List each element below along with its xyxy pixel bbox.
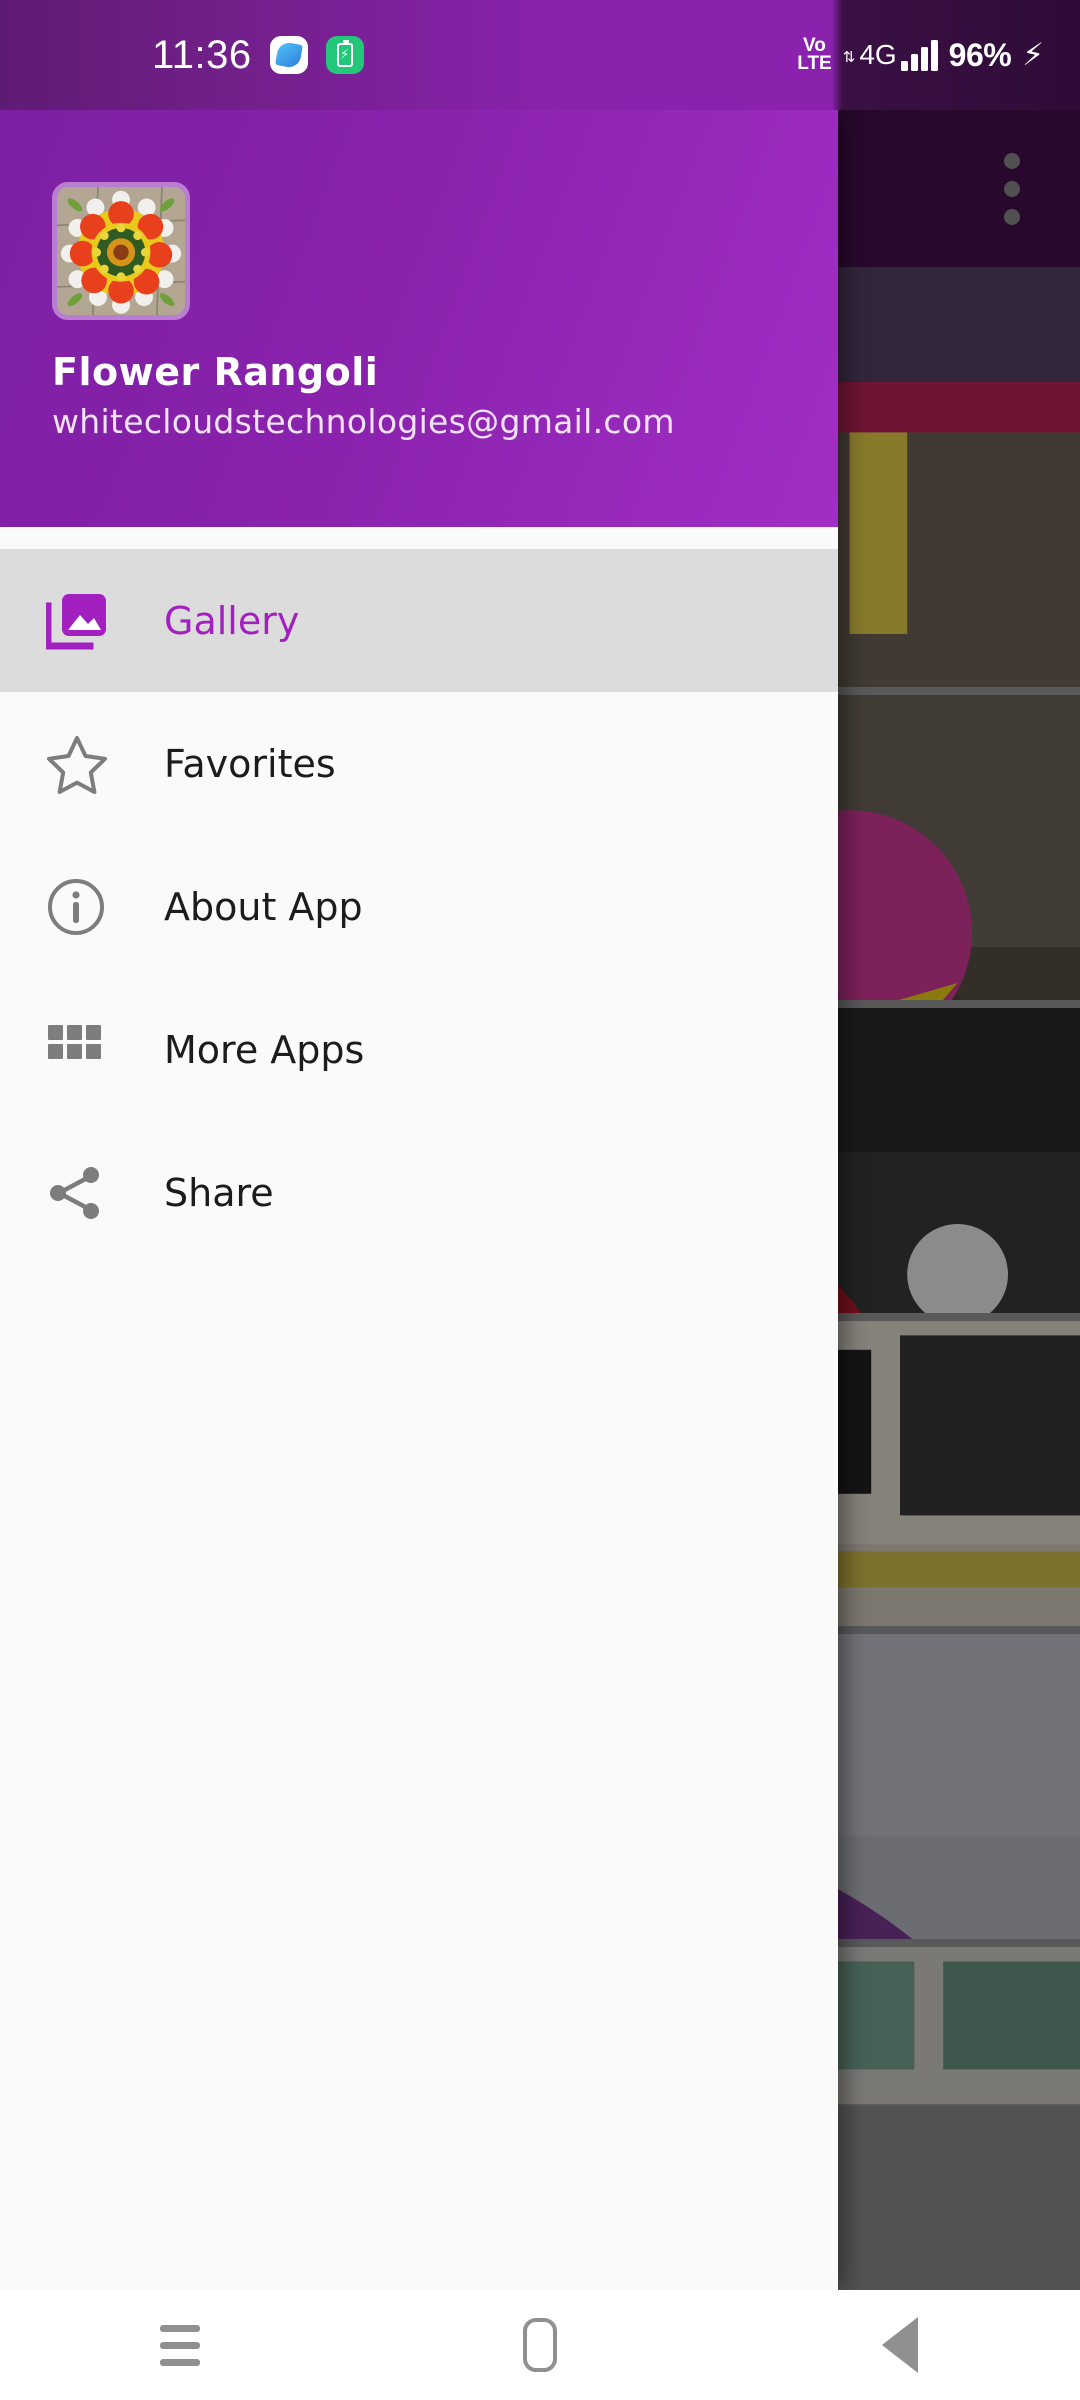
drawer-divider	[0, 527, 838, 549]
sidebar-item-share[interactable]: Share	[0, 1121, 838, 1264]
sidebar-item-label: Share	[164, 1170, 274, 1215]
status-bar-right: Vo LTE ⇅ 4G 96% ⚡	[797, 36, 1044, 74]
battery-percent-label: 96%	[948, 36, 1012, 73]
info-circle-icon	[46, 877, 134, 937]
back-button[interactable]	[810, 2290, 990, 2400]
account-email: whitecloudstechnologies@gmail.com	[52, 402, 675, 441]
star-outline-icon	[46, 734, 134, 794]
rangoli-artwork	[57, 187, 185, 315]
sidebar-item-favorites[interactable]: Favorites	[0, 692, 838, 835]
app-name: Flower Rangoli	[52, 350, 379, 394]
sidebar-item-label: Gallery	[164, 598, 300, 643]
recents-button[interactable]	[90, 2290, 270, 2400]
home-button[interactable]	[450, 2290, 630, 2400]
browser-leaf-icon	[269, 36, 308, 74]
navigation-drawer: Flower Rangoli whitecloudstechnologies@g…	[0, 110, 838, 2290]
sidebar-item-label: More Apps	[164, 1027, 365, 1072]
network-type-label: 4G	[859, 39, 897, 70]
sidebar-item-more-apps[interactable]: More Apps	[0, 978, 838, 1121]
system-navigation-bar	[0, 2290, 1080, 2400]
volte-line-2: LTE	[797, 53, 832, 74]
status-bar-left: 11:36 ⚡	[152, 33, 364, 78]
signal-strength-icon	[900, 40, 938, 71]
drawer-menu-list: Gallery Favorites About App More Apps Sh…	[0, 549, 838, 1264]
sidebar-item-about-app[interactable]: About App	[0, 835, 838, 978]
phone-screen: ABRIR	[0, 0, 1080, 2400]
charging-bolt-icon: ⚡	[1022, 36, 1044, 73]
sidebar-item-label: Favorites	[164, 741, 336, 786]
battery-charging-icon: ⚡	[325, 36, 364, 74]
status-clock: 11:36	[152, 32, 252, 77]
drawer-header: Flower Rangoli whitecloudstechnologies@g…	[0, 110, 838, 527]
status-bar: 11:36 ⚡ Vo LTE ⇅ 4G 96% ⚡	[0, 0, 1080, 110]
grid-apps-icon	[46, 1021, 134, 1079]
data-transfer-arrows-icon: ⇅	[842, 48, 856, 66]
sidebar-item-label: About App	[164, 884, 363, 929]
back-icon	[882, 2317, 918, 2373]
network-indicator: ⇅ 4G	[843, 39, 938, 71]
flower-rangoli-app-icon	[52, 182, 190, 320]
share-nodes-icon	[46, 1163, 134, 1223]
volte-indicator: Vo LTE	[797, 36, 832, 74]
home-icon	[523, 2318, 557, 2372]
sidebar-item-gallery[interactable]: Gallery	[0, 549, 838, 692]
photo-library-icon	[46, 592, 134, 650]
recents-icon	[160, 2324, 200, 2366]
